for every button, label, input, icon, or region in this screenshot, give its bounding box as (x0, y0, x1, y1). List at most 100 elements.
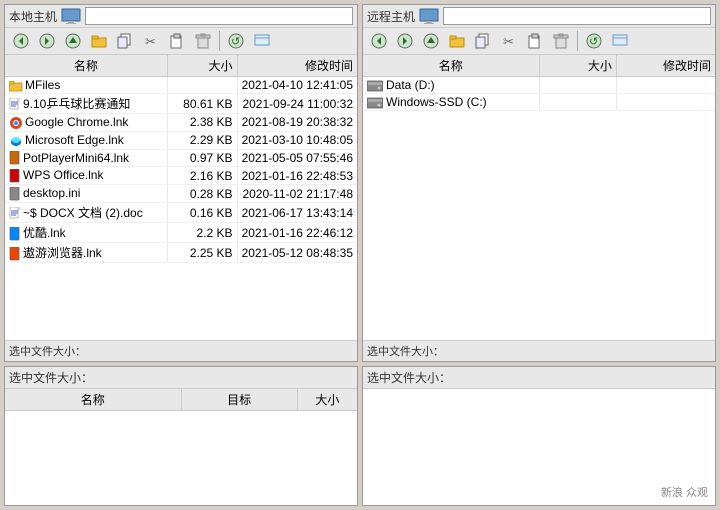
file-name: PotPlayerMini64.lnk (5, 149, 167, 167)
svg-text:✂: ✂ (503, 34, 514, 49)
file-name: 优酷.lnk (5, 223, 167, 243)
left-file-row[interactable]: desktop.ini 0.28 KB 2020-11-02 21:17:48 (5, 185, 357, 203)
svg-text:✂: ✂ (145, 34, 156, 49)
file-name: ~$ DOCX 文档 (2).doc (5, 203, 167, 223)
right-status-bar: 选中文件大小： (363, 340, 715, 361)
right-panel-header: 远程主机 (363, 5, 715, 28)
right-col-date[interactable]: 修改时间 (616, 55, 715, 77)
right-copy-btn[interactable] (471, 30, 495, 52)
file-size: 2.38 KB (167, 114, 237, 132)
right-col-size[interactable]: 大小 (539, 55, 616, 77)
right-drive-row[interactable]: Data (D:) (363, 77, 715, 94)
right-folder-btn[interactable] (445, 30, 469, 52)
left-settings-btn[interactable] (250, 30, 274, 52)
left-copy-btn[interactable] (113, 30, 137, 52)
right-refresh-btn[interactable]: ↺ (582, 30, 606, 52)
left-folder-btn[interactable] (87, 30, 111, 52)
left-file-row[interactable]: Google Chrome.lnk 2.38 KB 2021-08-19 20:… (5, 114, 357, 132)
svg-text:↺: ↺ (589, 36, 598, 48)
file-name: MFiles (5, 77, 167, 94)
left-file-row[interactable]: WPS Office.lnk 2.16 KB 2021-01-16 22:48:… (5, 167, 357, 185)
left-back-btn[interactable] (9, 30, 33, 52)
file-size: 2.25 KB (167, 243, 237, 263)
file-date: 2021-05-12 08:48:35 (237, 243, 357, 263)
drive-size (539, 94, 616, 111)
file-size: 0.16 KB (167, 203, 237, 223)
right-forward-btn[interactable] (393, 30, 417, 52)
watermark: 新浪 众观 (657, 482, 712, 502)
left-refresh-btn[interactable]: ↺ (224, 30, 248, 52)
right-panel: 远程主机 (362, 4, 716, 362)
left-up-btn[interactable] (61, 30, 85, 52)
left-file-table[interactable]: 名称 大小 修改时间 MFiles 2021-04-10 12:41:05 9.… (5, 55, 357, 340)
right-toolbar-sep (577, 31, 578, 51)
right-col-name[interactable]: 名称 (363, 55, 539, 77)
left-toolbar-sep (219, 31, 220, 51)
file-date: 2021-06-17 13:43:14 (237, 203, 357, 223)
right-up-btn[interactable] (419, 30, 443, 52)
left-panel-header: 本地主机 (5, 5, 357, 28)
file-name: Google Chrome.lnk (5, 114, 167, 132)
right-cut-btn[interactable]: ✂ (497, 30, 521, 52)
right-file-table[interactable]: 名称 大小 修改时间 Data (D:) Windows-SSD (C:) (363, 55, 715, 340)
right-path-input[interactable] (443, 7, 711, 25)
file-date: 2021-03-10 10:48:05 (237, 131, 357, 149)
file-date: 2021-01-16 22:48:53 (237, 167, 357, 185)
left-panel: 本地主机 (4, 4, 358, 362)
file-size: 0.28 KB (167, 185, 237, 203)
file-size: 2.29 KB (167, 131, 237, 149)
right-panel-label: 远程主机 (367, 8, 415, 25)
drive-date (616, 94, 715, 111)
file-name: WPS Office.lnk (5, 167, 167, 185)
file-name: desktop.ini (5, 185, 167, 203)
right-back-btn[interactable] (367, 30, 391, 52)
file-date: 2021-01-16 22:46:12 (237, 223, 357, 243)
bottom-right-status: 选中文件大小： (363, 367, 715, 389)
right-paste-btn[interactable] (523, 30, 547, 52)
drive-name: Windows-SSD (C:) (363, 94, 539, 111)
right-drive-row[interactable]: Windows-SSD (C:) (363, 94, 715, 111)
left-col-date[interactable]: 修改时间 (237, 55, 357, 77)
left-panel-label: 本地主机 (9, 8, 57, 25)
file-date: 2021-08-19 20:38:32 (237, 114, 357, 132)
left-file-row[interactable]: 优酷.lnk 2.2 KB 2021-01-16 22:46:12 (5, 223, 357, 243)
left-file-row[interactable]: 遨游浏览器.lnk 2.25 KB 2021-05-12 08:48:35 (5, 243, 357, 263)
left-file-row[interactable]: PotPlayerMini64.lnk 0.97 KB 2021-05-05 0… (5, 149, 357, 167)
left-delete-btn[interactable] (191, 30, 215, 52)
left-path-input[interactable] (85, 7, 353, 25)
right-drives-table: 名称 大小 修改时间 Data (D:) Windows-SSD (C:) (363, 55, 715, 111)
monitor-icon-left (61, 8, 81, 24)
file-date: 2020-11-02 21:17:48 (237, 185, 357, 203)
left-paste-btn[interactable] (165, 30, 189, 52)
drive-name: Data (D:) (363, 77, 539, 94)
file-size: 0.97 KB (167, 149, 237, 167)
bottom-left-col-name[interactable]: 名称 (5, 389, 181, 411)
bottom-left-table-area[interactable]: 名称 目标 大小 (5, 389, 357, 505)
left-cut-btn[interactable]: ✂ (139, 30, 163, 52)
file-size: 80.61 KB (167, 94, 237, 114)
left-files-table: 名称 大小 修改时间 MFiles 2021-04-10 12:41:05 9.… (5, 55, 357, 263)
monitor-icon-right (419, 8, 439, 24)
left-col-size[interactable]: 大小 (167, 55, 237, 77)
bottom-left-col-size[interactable]: 大小 (297, 389, 357, 411)
file-size: 2.2 KB (167, 223, 237, 243)
left-file-row[interactable]: ~$ DOCX 文档 (2).doc 0.16 KB 2021-06-17 13… (5, 203, 357, 223)
svg-text:↺: ↺ (231, 36, 240, 48)
file-date: 2021-04-10 12:41:05 (237, 77, 357, 94)
left-file-row[interactable]: 9.10乒乓球比赛通知 80.61 KB 2021-09-24 11:00:32 (5, 94, 357, 114)
drive-date (616, 77, 715, 94)
right-settings-btn[interactable] (608, 30, 632, 52)
left-status-bar: 选中文件大小： (5, 340, 357, 361)
bottom-left-col-target[interactable]: 目标 (181, 389, 297, 411)
left-file-row[interactable]: Microsoft Edge.lnk 2.29 KB 2021-03-10 10… (5, 131, 357, 149)
right-delete-btn[interactable] (549, 30, 573, 52)
right-toolbar: ✂ ↺ (363, 28, 715, 55)
file-size (167, 77, 237, 94)
file-size: 2.16 KB (167, 167, 237, 185)
file-date: 2021-09-24 11:00:32 (237, 94, 357, 114)
left-col-name[interactable]: 名称 (5, 55, 167, 77)
left-file-row[interactable]: MFiles 2021-04-10 12:41:05 (5, 77, 357, 94)
file-date: 2021-05-05 07:55:46 (237, 149, 357, 167)
bottom-left-panel: 选中文件大小： 名称 目标 大小 (4, 366, 358, 506)
left-forward-btn[interactable] (35, 30, 59, 52)
